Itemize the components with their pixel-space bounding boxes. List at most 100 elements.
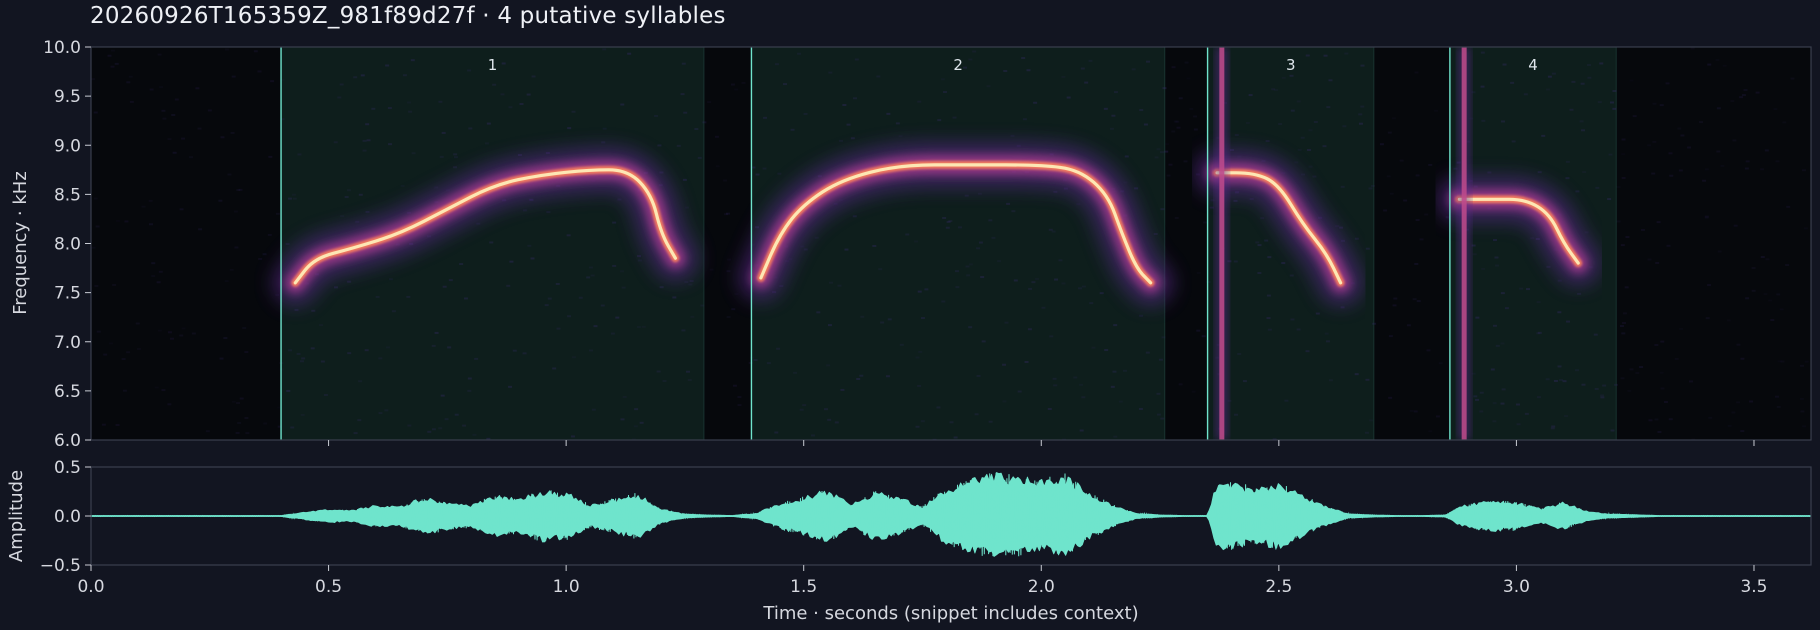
noise-speck bbox=[1619, 325, 1624, 328]
y-tick-label: 0.5 bbox=[54, 458, 81, 478]
noise-speck bbox=[94, 284, 99, 287]
noise-speck bbox=[976, 374, 981, 377]
noise-speck bbox=[1600, 396, 1605, 399]
noise-speck bbox=[1324, 332, 1329, 335]
noise-speck bbox=[1138, 407, 1143, 410]
noise-speck bbox=[1301, 173, 1306, 176]
noise-speck bbox=[224, 280, 229, 283]
noise-speck bbox=[1575, 190, 1580, 193]
noise-speck bbox=[1622, 321, 1627, 324]
noise-speck bbox=[1415, 219, 1420, 222]
noise-speck bbox=[1704, 168, 1709, 171]
noise-speck bbox=[1770, 319, 1775, 322]
noise-speck bbox=[1166, 174, 1171, 177]
noise-speck bbox=[1021, 57, 1026, 60]
noise-speck bbox=[527, 244, 532, 247]
noise-speck bbox=[1245, 121, 1250, 124]
noise-speck bbox=[1656, 221, 1661, 224]
noise-speck bbox=[1061, 282, 1066, 285]
noise-speck bbox=[385, 64, 390, 67]
noise-speck bbox=[1736, 343, 1741, 346]
noise-speck bbox=[1178, 97, 1183, 100]
noise-speck bbox=[1154, 156, 1159, 159]
noise-speck bbox=[1265, 140, 1270, 143]
noise-speck bbox=[1109, 127, 1114, 130]
noise-speck bbox=[1551, 72, 1556, 75]
noise-speck bbox=[1344, 52, 1349, 55]
noise-speck bbox=[1360, 105, 1365, 108]
noise-speck bbox=[700, 304, 705, 307]
noise-speck bbox=[878, 268, 883, 271]
noise-speck bbox=[506, 284, 511, 287]
noise-speck bbox=[1581, 383, 1586, 386]
noise-speck bbox=[387, 107, 392, 110]
noise-speck bbox=[799, 408, 804, 411]
noise-speck bbox=[268, 155, 273, 158]
waveform-y-axis-label: Amplitude bbox=[6, 470, 27, 562]
noise-speck bbox=[1471, 91, 1476, 94]
noise-speck bbox=[1162, 87, 1167, 90]
noise-speck bbox=[924, 288, 929, 291]
noise-speck bbox=[1776, 293, 1781, 296]
noise-speck bbox=[1079, 429, 1084, 432]
noise-speck bbox=[1494, 256, 1499, 259]
noise-speck bbox=[1751, 267, 1756, 270]
noise-speck bbox=[1799, 397, 1804, 400]
noise-speck bbox=[1186, 77, 1191, 80]
noise-speck bbox=[1751, 289, 1756, 292]
noise-speck bbox=[353, 432, 358, 435]
noise-speck bbox=[195, 87, 200, 90]
noise-speck bbox=[734, 88, 739, 91]
noise-speck bbox=[1689, 380, 1694, 383]
noise-speck bbox=[107, 54, 112, 57]
noise-speck bbox=[1328, 379, 1333, 382]
noise-speck bbox=[124, 220, 129, 223]
noise-speck bbox=[1741, 94, 1746, 97]
noise-speck bbox=[95, 225, 100, 228]
noise-speck bbox=[1289, 74, 1294, 77]
noise-speck bbox=[885, 375, 890, 378]
noise-speck bbox=[1665, 82, 1670, 85]
noise-speck bbox=[1088, 59, 1093, 62]
noise-speck bbox=[1599, 62, 1604, 65]
noise-speck bbox=[1201, 335, 1206, 338]
noise-speck bbox=[1290, 318, 1295, 321]
noise-speck bbox=[1081, 396, 1086, 399]
noise-speck bbox=[814, 236, 819, 239]
noise-speck bbox=[730, 83, 735, 86]
noise-speck bbox=[441, 131, 446, 134]
noise-speck bbox=[620, 418, 625, 421]
noise-speck bbox=[1004, 321, 1009, 324]
noise-speck bbox=[590, 274, 595, 277]
noise-speck bbox=[1191, 390, 1196, 393]
noise-speck bbox=[1504, 307, 1509, 310]
noise-speck bbox=[589, 349, 594, 352]
noise-speck bbox=[1028, 287, 1033, 290]
noise-speck bbox=[1264, 239, 1269, 242]
noise-speck bbox=[1674, 357, 1679, 360]
noise-speck bbox=[1164, 150, 1169, 153]
noise-speck bbox=[578, 296, 583, 299]
noise-speck bbox=[159, 86, 164, 89]
noise-speck bbox=[1755, 91, 1760, 94]
noise-speck bbox=[593, 325, 598, 328]
noise-speck bbox=[1413, 410, 1418, 413]
noise-speck bbox=[1584, 231, 1589, 234]
noise-speck bbox=[688, 283, 693, 286]
noise-speck bbox=[1551, 425, 1556, 428]
noise-speck bbox=[727, 258, 732, 261]
noise-speck bbox=[128, 75, 133, 78]
noise-speck bbox=[154, 386, 159, 389]
noise-speck bbox=[1530, 237, 1535, 240]
noise-speck bbox=[1297, 148, 1302, 151]
noise-speck bbox=[895, 122, 900, 125]
noise-speck bbox=[1278, 122, 1283, 125]
noise-speck bbox=[235, 431, 240, 434]
noise-speck bbox=[723, 179, 728, 182]
noise-speck bbox=[571, 356, 576, 359]
noise-speck bbox=[1196, 271, 1201, 274]
noise-speck bbox=[1066, 96, 1071, 99]
noise-speck bbox=[1145, 351, 1150, 354]
noise-speck bbox=[151, 275, 156, 278]
noise-speck bbox=[198, 228, 203, 231]
